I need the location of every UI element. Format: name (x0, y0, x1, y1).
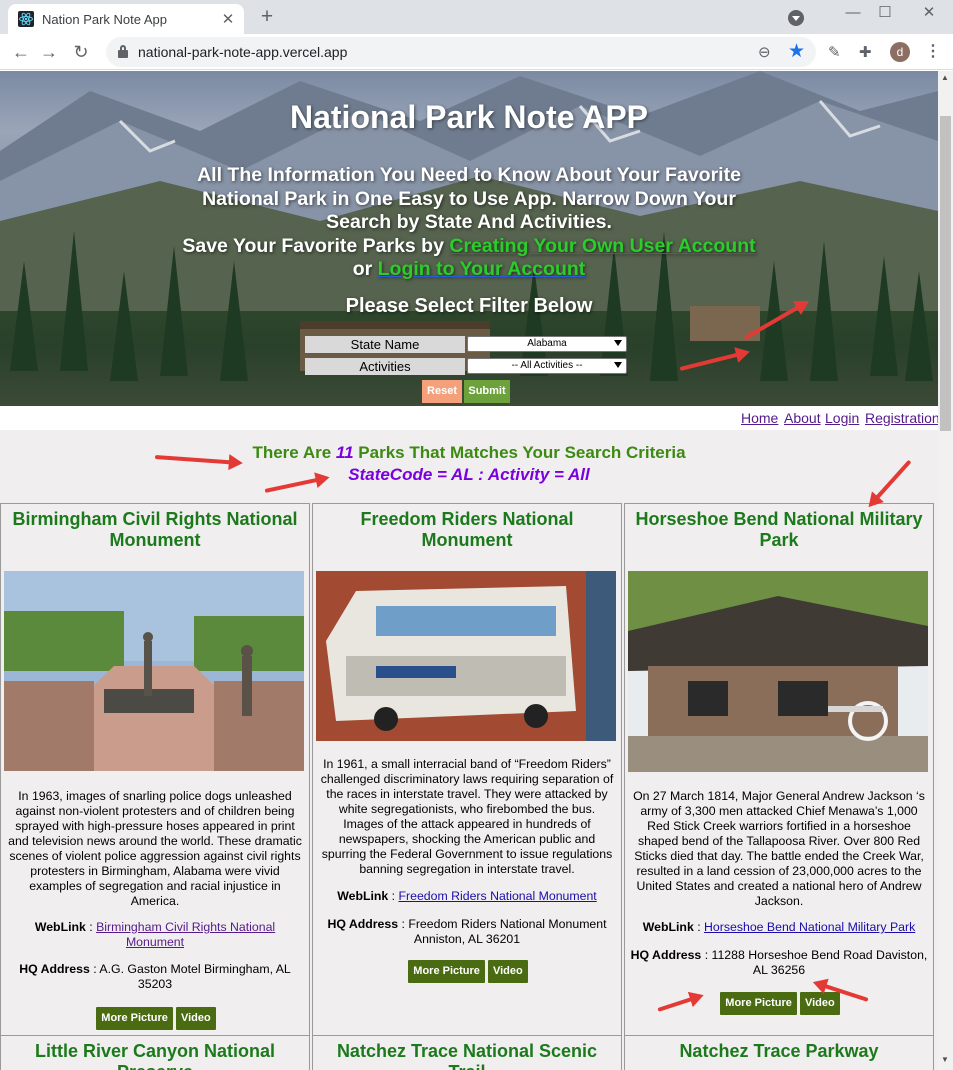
park-card: Freedom Riders National Monument In 1961… (312, 503, 622, 1037)
more-picture-button[interactable]: More Picture (720, 992, 797, 1015)
minimize-icon[interactable]: — (838, 2, 868, 28)
park-image[interactable] (4, 571, 304, 771)
maximize-icon[interactable]: ☐ (870, 2, 900, 28)
park-image[interactable] (316, 571, 616, 741)
park-weblink-link[interactable]: Horseshoe Bend National Military Park (704, 920, 915, 934)
park-card: Natchez Trace Parkway (624, 1035, 934, 1070)
lock-icon (118, 45, 128, 58)
park-image[interactable] (628, 571, 928, 772)
park-description: In 1961, a small interracial band of “Fr… (320, 757, 614, 876)
activities-select[interactable]: -- All Activities -- (467, 358, 627, 374)
scroll-up-icon[interactable]: ▲ (941, 73, 949, 82)
window-close-icon[interactable]: ✕ (914, 2, 944, 28)
park-title: Natchez Trace Parkway (679, 1041, 879, 1061)
back-icon[interactable]: ← (8, 39, 34, 65)
zoom-icon[interactable]: ⊖ (758, 43, 771, 61)
nav-home-link[interactable]: Home (741, 410, 778, 426)
login-account-link[interactable]: Login to Your Account (378, 258, 586, 280)
nav-registration-link[interactable]: Registration (865, 410, 938, 426)
new-tab-button[interactable]: + (256, 4, 278, 30)
menu-icon[interactable]: ⋮ (925, 41, 941, 61)
react-favicon-icon (18, 11, 34, 27)
park-card: Little River Canyon National Preserve (0, 1035, 310, 1070)
video-button[interactable]: Video (799, 992, 840, 1015)
top-nav: Home About Login Registration (0, 406, 938, 430)
park-title: Horseshoe Bend National Military Park (635, 509, 923, 550)
tab-search-icon[interactable] (788, 10, 804, 26)
hero-banner: National Park Note APP All The Informati… (0, 71, 938, 406)
forward-icon[interactable]: → (36, 39, 62, 65)
park-weblink-link[interactable]: Birmingham Civil Rights National Monumen… (96, 920, 275, 949)
chevron-down-icon (614, 340, 622, 346)
park-card: Birmingham Civil Rights National Monumen… (0, 503, 310, 1037)
avatar[interactable]: d (890, 42, 910, 62)
hero-description: All The Information You Need to Know Abo… (182, 164, 756, 280)
browser-tab-strip: Nation Park Note App ✕ + — ☐ ✕ (0, 0, 953, 34)
tab-title: Nation Park Note App (42, 11, 168, 27)
park-weblink: WebLink : Birmingham Civil Rights Nation… (34, 920, 276, 949)
page-scrollbar[interactable]: ▲ ▼ (938, 71, 953, 1070)
park-weblink-link[interactable]: Freedom Riders National Monument (399, 889, 597, 903)
park-hq: HQ Address : Freedom Riders National Mon… (327, 917, 607, 946)
eyedropper-icon[interactable]: ✎ (828, 43, 841, 61)
chevron-down-icon (614, 362, 622, 368)
park-description: On 27 March 1814, Major General Andrew J… (633, 789, 925, 908)
video-button[interactable]: Video (487, 960, 528, 983)
park-card: Natchez Trace National Scenic Trail (312, 1035, 622, 1070)
activities-filter-row: Activities -- All Activities -- (305, 358, 627, 375)
park-weblink: WebLink : Freedom Riders National Monume… (337, 889, 597, 903)
url-text[interactable]: national-park-note-app.vercel.app (138, 44, 347, 60)
reset-button[interactable]: Reset (422, 380, 462, 403)
address-bar[interactable]: national-park-note-app.vercel.app ⊖ ★ (106, 37, 816, 67)
scrollbar-thumb[interactable] (940, 116, 951, 431)
browser-toolbar: ← → ↻ national-park-note-app.vercel.app … (0, 34, 953, 70)
park-title: Birmingham Civil Rights National Monumen… (12, 509, 298, 550)
results-summary: There Are 11 Parks That Matches Your Sea… (0, 443, 938, 485)
park-description: In 1963, images of snarling police dogs … (8, 789, 302, 908)
park-weblink: WebLink : Horseshoe Bend National Milita… (642, 920, 916, 934)
reload-icon[interactable]: ↻ (68, 39, 94, 65)
park-title: Freedom Riders National Monument (360, 509, 574, 550)
browser-tab[interactable]: Nation Park Note App ✕ (8, 4, 244, 34)
submit-button[interactable]: Submit (464, 380, 510, 403)
results-count: 11 (335, 443, 354, 462)
video-button[interactable]: Video (175, 1007, 216, 1030)
page-title: National Park Note APP (289, 99, 648, 135)
search-criteria: StateCode = AL : Activity = All (348, 465, 590, 484)
park-card: Horseshoe Bend National Military Park On… (624, 503, 934, 1037)
more-picture-button[interactable]: More Picture (408, 960, 485, 983)
scroll-down-icon[interactable]: ▼ (941, 1055, 949, 1064)
star-icon[interactable]: ★ (788, 40, 805, 63)
park-hq: HQ Address : 11288 Horseshoe Bend Road D… (630, 948, 928, 977)
more-picture-button[interactable]: More Picture (96, 1007, 173, 1030)
create-account-link[interactable]: Creating Your Own User Account (449, 235, 755, 257)
close-tab-icon[interactable]: ✕ (218, 10, 238, 28)
puzzle-icon[interactable]: ✚ (859, 43, 872, 61)
activities-label: Activities (305, 358, 465, 375)
state-select[interactable]: Alabama (467, 336, 627, 352)
nav-about-link[interactable]: About (784, 410, 821, 426)
nav-login-link[interactable]: Login (825, 410, 859, 426)
page-viewport: National Park Note APP All The Informati… (0, 71, 938, 1070)
state-label: State Name (305, 336, 465, 353)
park-hq: HQ Address : A.G. Gaston Motel Birmingha… (19, 962, 291, 991)
state-filter-row: State Name Alabama (305, 336, 627, 353)
park-title: Natchez Trace National Scenic Trail (336, 1041, 598, 1070)
park-title: Little River Canyon National Preserve (34, 1041, 276, 1070)
